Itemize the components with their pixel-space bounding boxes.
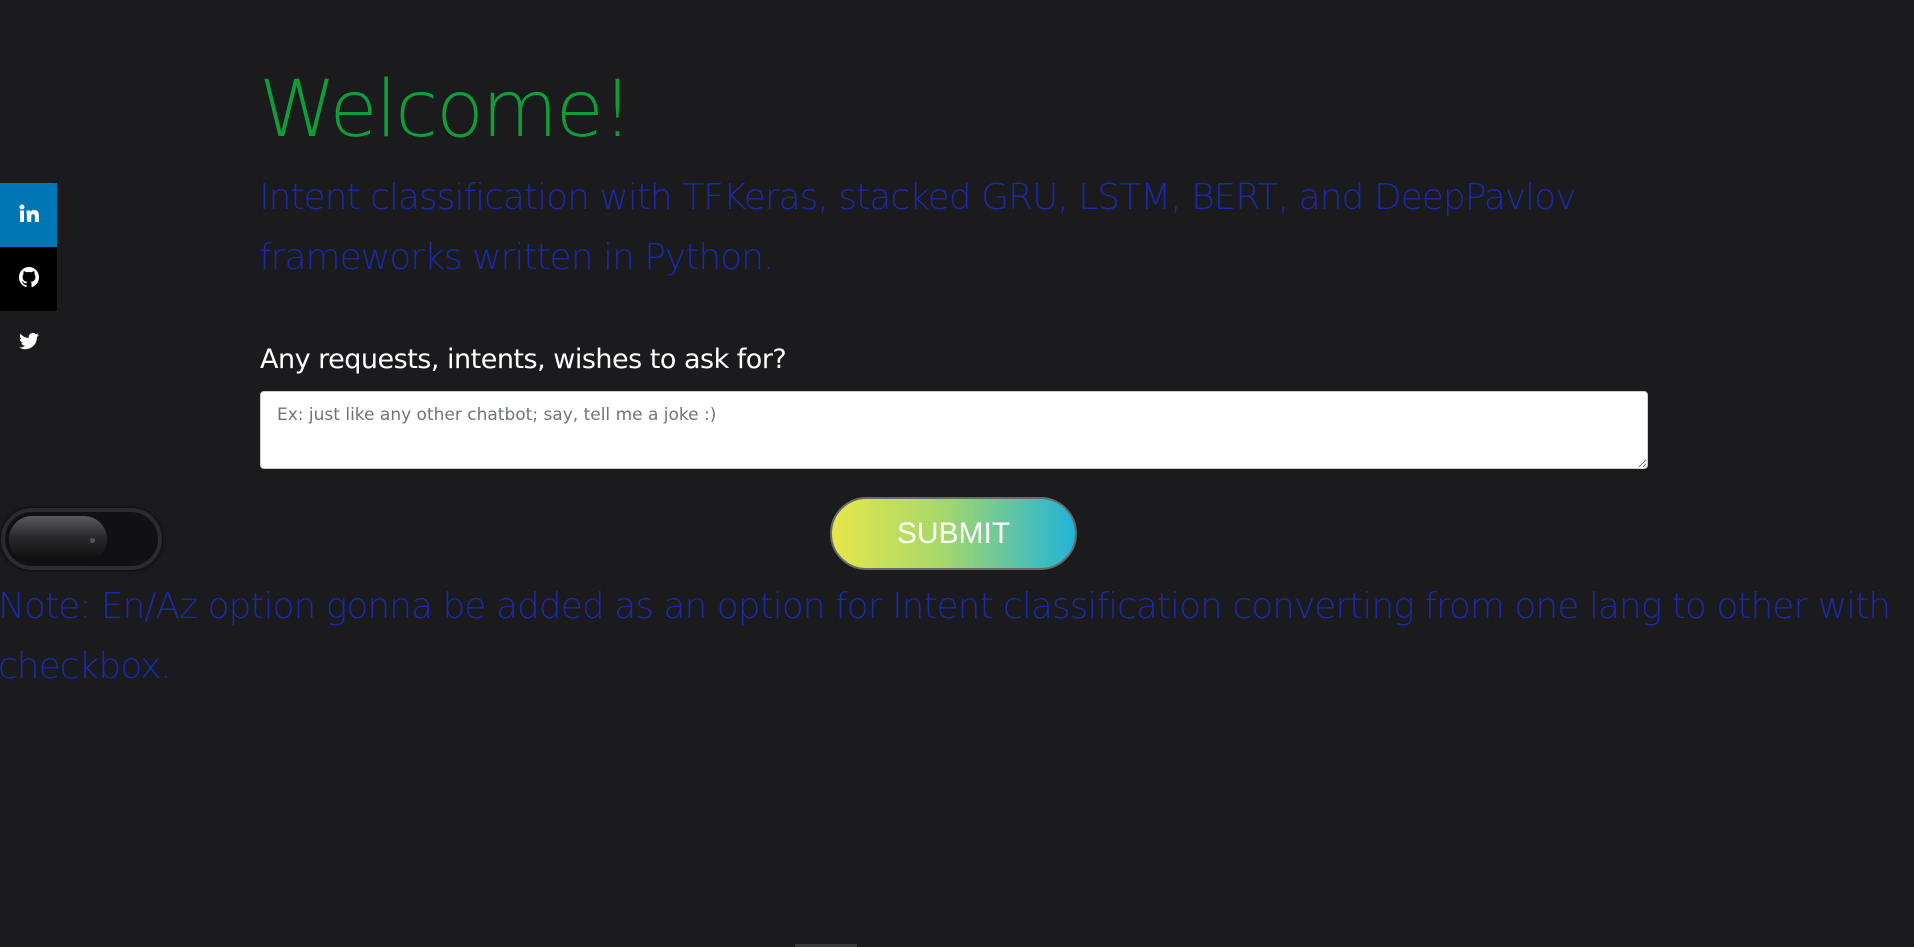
linkedin-link[interactable] <box>0 183 57 247</box>
language-toggle[interactable] <box>1 508 162 570</box>
github-link[interactable] <box>0 247 57 311</box>
request-label: Any requests, intents, wishes to ask for… <box>260 344 787 375</box>
page-title: Welcome! <box>259 65 633 155</box>
twitter-link[interactable] <box>0 311 57 375</box>
page-subtitle: Intent classification with TFKeras, stac… <box>259 177 1577 278</box>
linkedin-icon <box>17 201 41 230</box>
page: Welcome! Intent classification with TFKe… <box>0 0 1914 947</box>
request-input[interactable] <box>260 391 1648 469</box>
github-icon <box>17 265 41 294</box>
toggle-indicator-dot <box>90 538 95 543</box>
note-text: Note: En/Az option gonna be added as an … <box>0 586 1891 687</box>
submit-button[interactable]: SUBMIT <box>830 497 1077 570</box>
social-sidebar <box>0 183 57 375</box>
twitter-icon <box>17 329 41 358</box>
